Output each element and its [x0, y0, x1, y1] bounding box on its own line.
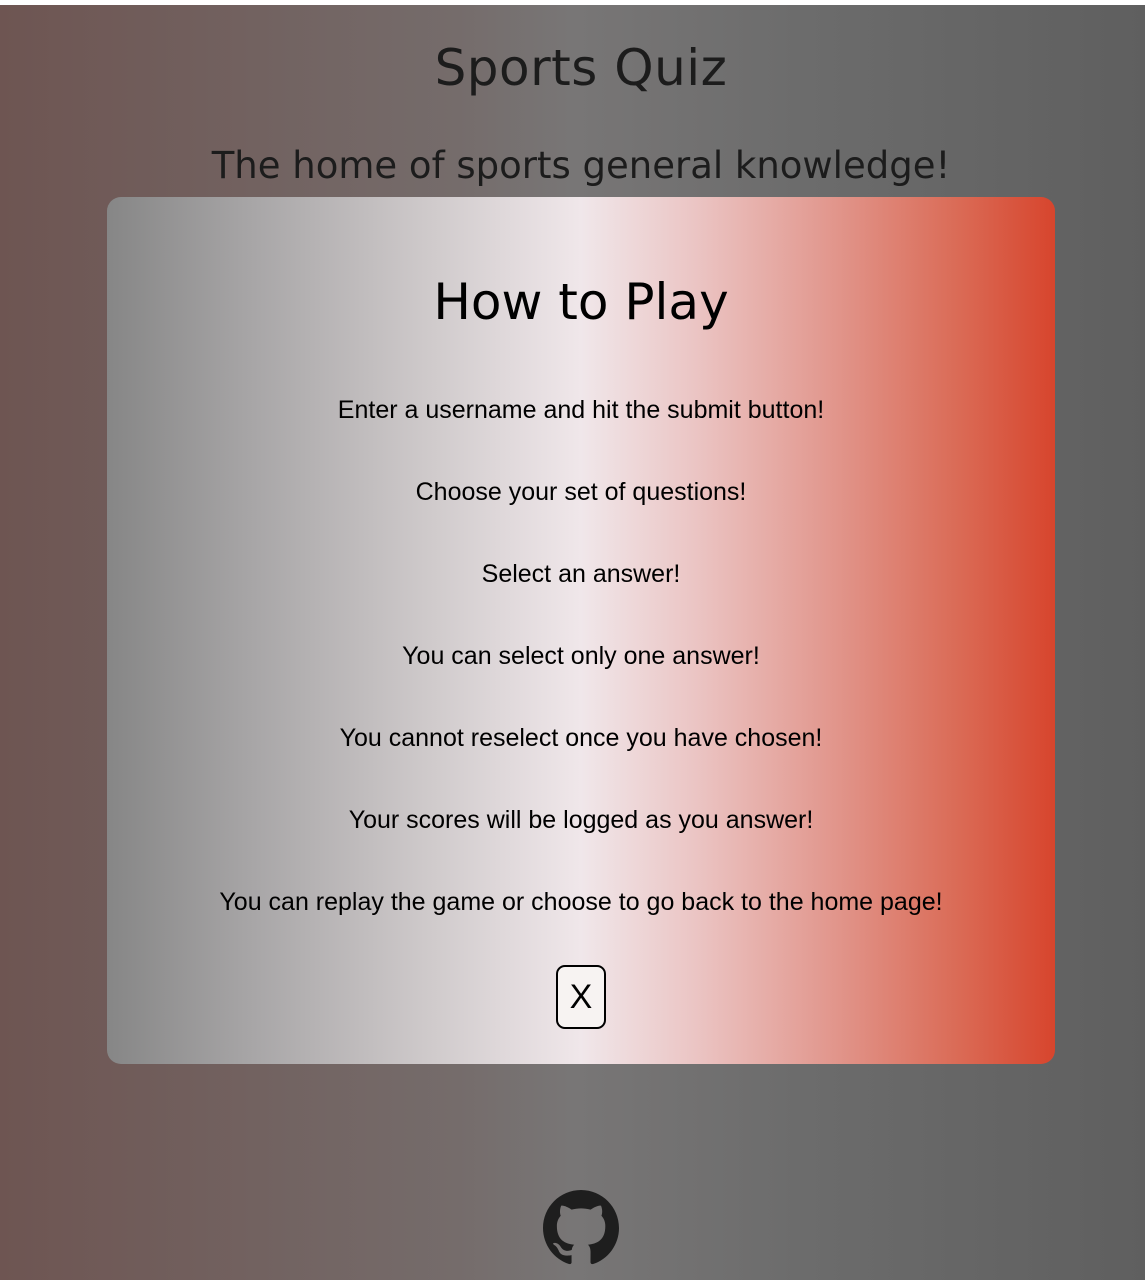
instruction-item: You cannot reselect once you have chosen…	[339, 724, 823, 752]
github-link[interactable]	[543, 1190, 619, 1266]
instruction-item: Enter a username and hit the submit butt…	[337, 396, 825, 424]
instruction-item: You can replay the game or choose to go …	[219, 888, 943, 916]
instruction-item: Select an answer!	[481, 560, 681, 588]
instruction-item: You can select only one answer!	[402, 642, 760, 670]
page-title: Sports Quiz	[434, 39, 728, 97]
close-modal-button[interactable]: X	[556, 965, 606, 1029]
instruction-item: Choose your set of questions!	[415, 478, 747, 506]
instruction-item: Your scores will be logged as you answer…	[348, 806, 814, 834]
github-icon	[543, 1190, 619, 1266]
page-subtitle: The home of sports general knowledge!	[211, 144, 951, 187]
modal-heading: How to Play	[433, 273, 729, 331]
